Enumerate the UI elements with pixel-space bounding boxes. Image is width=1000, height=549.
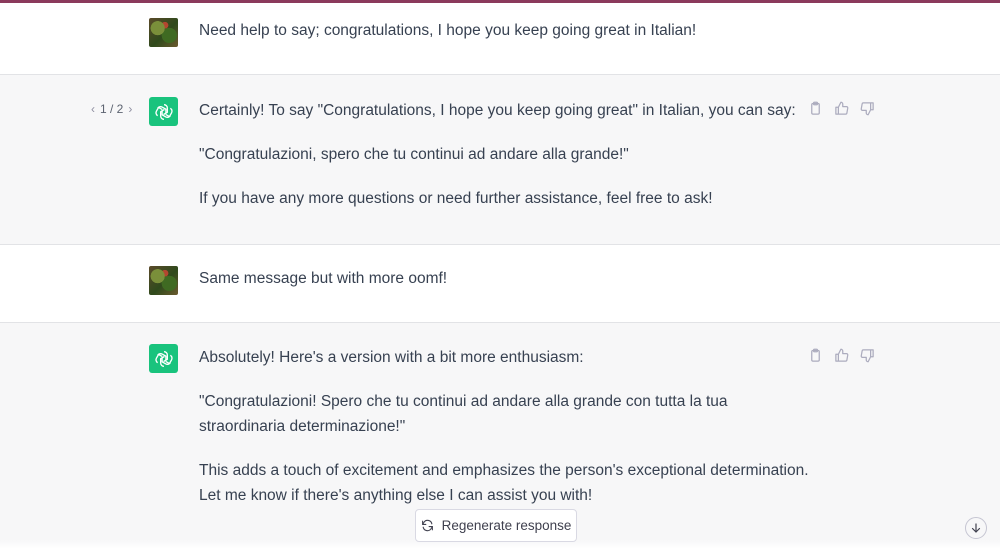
thumbs-up-icon[interactable] xyxy=(832,99,850,117)
regenerate-response-button[interactable]: Regenerate response xyxy=(415,509,577,542)
openai-logo-icon xyxy=(154,103,173,120)
clipboard-icon[interactable] xyxy=(806,346,824,364)
regenerate-label: Regenerate response xyxy=(441,518,572,533)
message-paragraph: This adds a touch of excitement and emph… xyxy=(199,462,809,504)
message-actions xyxy=(806,346,876,364)
message-text: Same message but with more oomf! xyxy=(199,270,448,287)
message-text: Need help to say; congratulations, I hop… xyxy=(199,22,697,39)
assistant-avatar xyxy=(149,344,178,373)
message-actions xyxy=(806,99,876,117)
thumbs-down-icon[interactable] xyxy=(858,99,876,117)
thumbs-down-icon[interactable] xyxy=(858,346,876,364)
assistant-message: Absolutely! Here's a version with a bit … xyxy=(199,345,809,508)
assistant-avatar xyxy=(149,97,178,126)
pager-next-button[interactable]: › xyxy=(128,102,132,116)
refresh-icon xyxy=(421,519,433,532)
thumbs-up-icon[interactable] xyxy=(832,346,850,364)
arrow-down-icon xyxy=(971,523,981,533)
user-message: Same message but with more oomf! xyxy=(199,266,809,291)
assistant-message: Certainly! To say "Congratulations, I ho… xyxy=(199,98,809,211)
message-paragraph: Absolutely! Here's a version with a bit … xyxy=(199,349,584,366)
user-avatar xyxy=(149,18,178,47)
pager-count: 1 / 2 xyxy=(100,102,124,116)
message-paragraph: "Congratulazioni! Spero che tu continui … xyxy=(199,393,728,435)
message-paragraph: Certainly! To say "Congratulations, I ho… xyxy=(199,102,796,119)
user-avatar xyxy=(149,266,178,295)
clipboard-icon[interactable] xyxy=(806,99,824,117)
openai-logo-icon xyxy=(154,350,173,367)
pager-prev-button[interactable]: ‹ xyxy=(91,102,95,116)
response-pager: ‹ 1 / 2 › xyxy=(91,102,132,116)
scroll-to-bottom-button[interactable] xyxy=(965,517,987,539)
user-message: Need help to say; congratulations, I hop… xyxy=(199,18,809,43)
message-paragraph: If you have any more questions or need f… xyxy=(199,190,713,207)
message-paragraph: "Congratulazioni, spero che tu continui … xyxy=(199,146,629,163)
